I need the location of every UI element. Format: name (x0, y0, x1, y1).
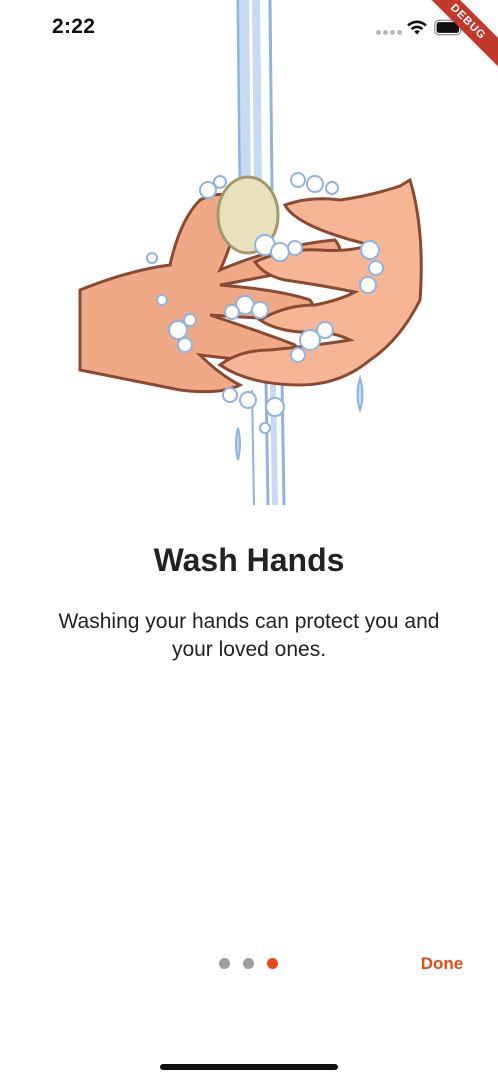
hand-washing-illustration (78, 0, 423, 506)
page-title: Wash Hands (153, 542, 345, 578)
page-dot-3-active[interactable] (267, 958, 278, 969)
page-description: Washing your hands can protect you and y… (58, 610, 440, 661)
done-button[interactable]: Done (410, 950, 474, 978)
water-drops (235, 374, 364, 461)
page-dot-2[interactable] (243, 958, 254, 969)
onboarding-screen: 2:22 DEBUG Wash Hands Washing your hands… (0, 0, 498, 1080)
home-indicator[interactable] (160, 1064, 338, 1070)
page-dot-1[interactable] (219, 958, 230, 969)
page-indicator (219, 958, 278, 969)
